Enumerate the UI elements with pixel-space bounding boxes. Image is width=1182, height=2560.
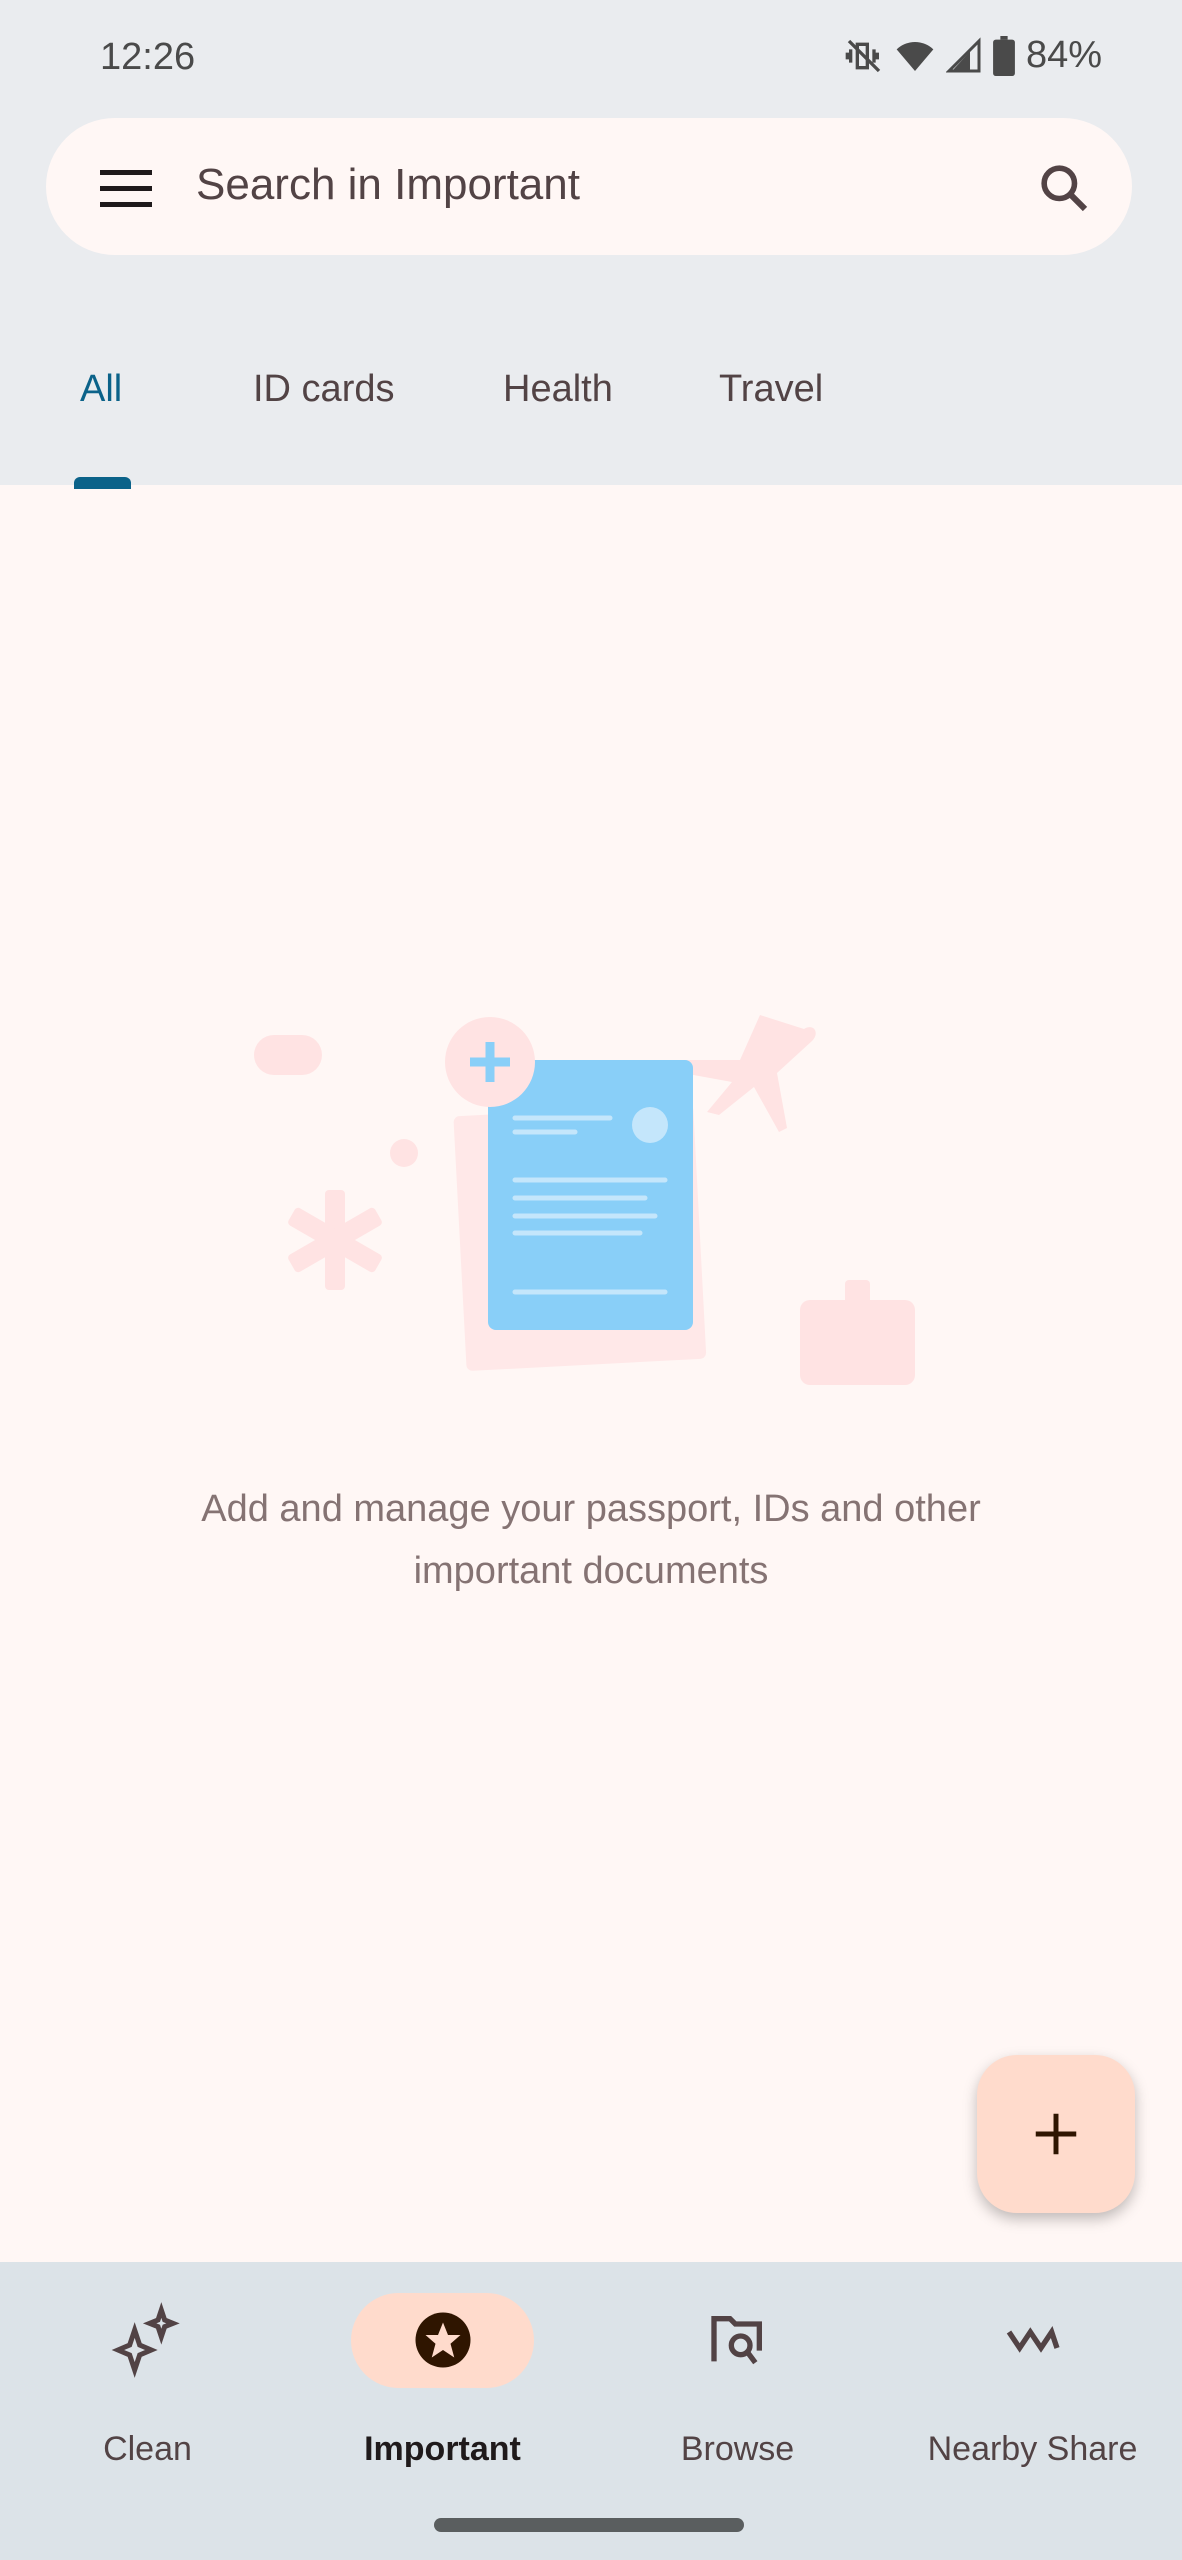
folder-search-icon (710, 2316, 762, 2365)
tab-id-cards[interactable]: ID cards (253, 368, 394, 411)
tab-all[interactable]: All (80, 368, 122, 411)
menu-icon[interactable] (100, 170, 152, 208)
plus-icon (1035, 2113, 1077, 2155)
tab-indicator (74, 477, 131, 489)
signal-icon (945, 36, 981, 72)
tab-health[interactable]: Health (503, 368, 613, 411)
home-handle[interactable] (434, 2518, 744, 2532)
nav-important[interactable]: Important (295, 2290, 590, 2469)
status-time: 12:26 (100, 36, 196, 78)
nearby-share-icon (1006, 2325, 1060, 2353)
empty-state-message: Add and manage your passport, IDs and ot… (0, 1478, 1182, 1602)
add-document-button[interactable] (977, 2055, 1135, 2213)
nav-nearby-share[interactable]: Nearby Share (885, 2290, 1180, 2469)
active-indicator (351, 2292, 534, 2388)
nav-label: Nearby Share (927, 2430, 1138, 2468)
documents-illustration (254, 1015, 915, 1385)
nav-label: Important (364, 2430, 521, 2468)
star-badge-icon (415, 2312, 470, 2368)
airplane-icon (677, 1015, 816, 1132)
wifi-icon (896, 41, 934, 71)
nav-browse[interactable]: Browse (590, 2290, 885, 2469)
asterisk-icon (288, 1190, 382, 1290)
empty-state-line-1: Add and manage your passport, IDs and ot… (201, 1488, 981, 1530)
battery-icon (993, 35, 1015, 76)
nav-label: Clean (103, 2430, 192, 2468)
search-icon[interactable] (1036, 160, 1092, 216)
status-icons: 84% (844, 34, 1102, 77)
vibrate-off-icon (845, 39, 881, 72)
empty-state-line-2: important documents (413, 1550, 769, 1592)
battery-percent: 84% (1025, 34, 1102, 76)
tab-travel[interactable]: Travel (719, 368, 823, 411)
nav-clean[interactable]: Clean (0, 2290, 295, 2469)
sparkle-icon (111, 2302, 180, 2378)
nav-label: Browse (680, 2430, 795, 2468)
search-input[interactable]: Search in Important (196, 160, 580, 210)
